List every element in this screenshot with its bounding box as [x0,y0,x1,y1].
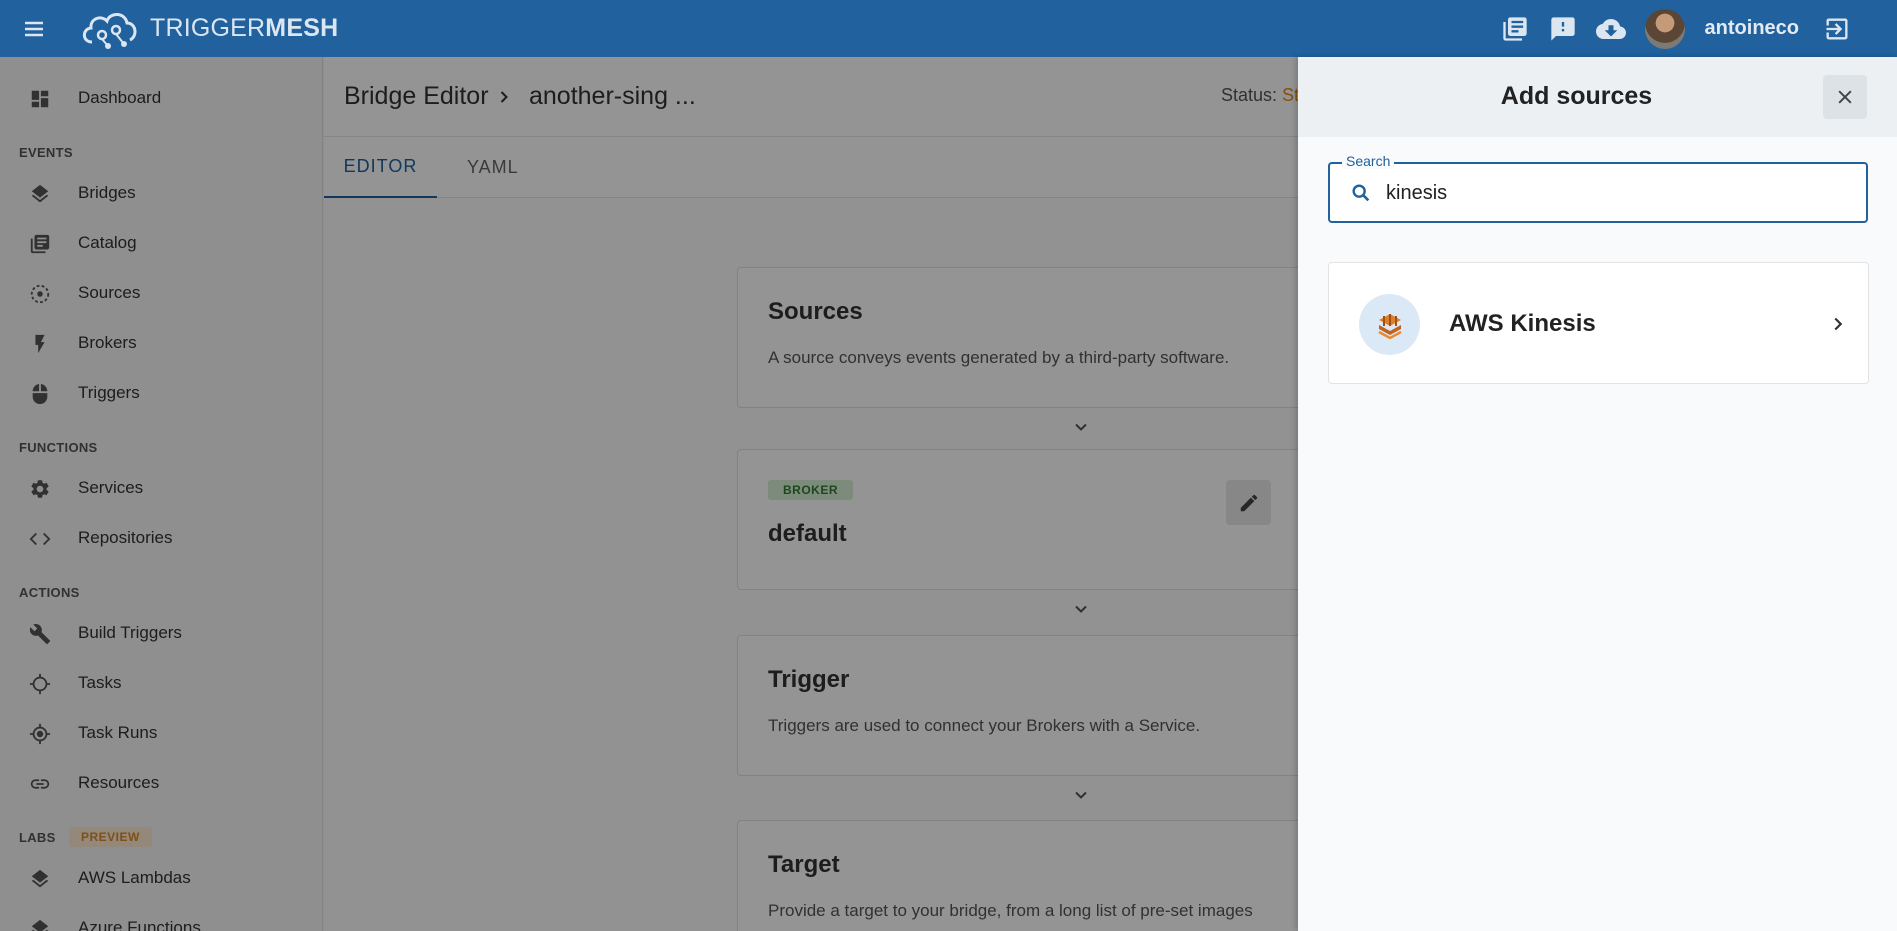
result-label: AWS Kinesis [1449,310,1596,337]
logo-text: TRIGGERMESH [150,14,339,42]
close-button[interactable] [1823,75,1867,119]
close-icon [1838,90,1852,104]
search-label: Search [1342,153,1395,169]
drawer-title: Add sources [1500,82,1653,110]
username[interactable]: antoineco [1705,17,1799,40]
avatar[interactable] [1644,8,1685,49]
result-item-aws-kinesis[interactable]: AWS Kinesis [1328,262,1869,384]
drawer-header: Add sources [1298,57,1897,137]
search-icon [1350,182,1372,209]
aws-kinesis-icon [1359,294,1420,355]
logo[interactable]: TRIGGERMESH [78,8,338,50]
menu-icon[interactable] [16,11,52,47]
cloud-logo-icon [82,12,137,49]
chevron-right-icon [1827,313,1849,340]
docs-icon[interactable] [1495,9,1535,49]
feedback-icon[interactable] [1543,9,1583,49]
drawer-backdrop[interactable] [0,57,1298,931]
app-bar: TRIGGERMESH antoineco [0,0,1897,57]
add-sources-drawer: Add sources Search AWS Kinesis [1298,57,1897,931]
search-field[interactable]: Search [1328,153,1868,223]
cloud-download-icon[interactable] [1591,9,1631,49]
logout-icon[interactable] [1817,9,1857,49]
search-input[interactable] [1386,178,1846,208]
